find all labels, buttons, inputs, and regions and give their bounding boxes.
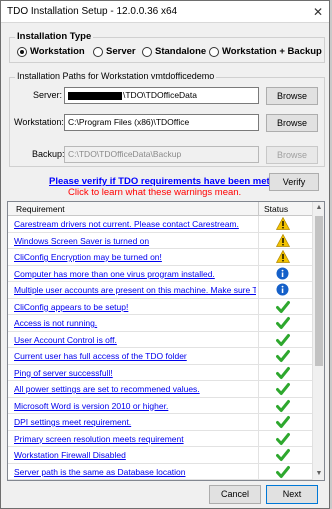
- requirement-link[interactable]: CliConfig Encryption may be turned on!: [14, 252, 256, 262]
- checkmark-icon: [276, 366, 290, 380]
- table-row[interactable]: Multiple user accounts are present on th…: [8, 282, 312, 299]
- checkmark-icon: [276, 432, 290, 446]
- title-bar: TDO Installation Setup - 12.0.0.36 x64 ✕: [1, 1, 329, 23]
- server-path-value: \TDO\TDOfficeData: [123, 90, 197, 100]
- warning-icon: [275, 249, 291, 264]
- installer-window: TDO Installation Setup - 12.0.0.36 x64 ✕…: [0, 0, 330, 509]
- table-row[interactable]: Carestream drivers not current. Please c…: [8, 216, 312, 233]
- requirement-link[interactable]: Carestream drivers not current. Please c…: [14, 219, 256, 229]
- radio-workstation-backup[interactable]: Workstation + Backup: [209, 46, 322, 57]
- info-icon: [276, 283, 290, 297]
- redacted-text: [68, 91, 122, 100]
- backup-path-input: C:\TDO\TDOfficeData\Backup: [64, 146, 259, 163]
- window-title: TDO Installation Setup - 12.0.0.36 x64: [7, 6, 178, 17]
- table-row[interactable]: Microsoft Word is version 2010 or higher…: [8, 398, 312, 414]
- radio-server-label: Server: [106, 46, 136, 57]
- requirement-link[interactable]: Multiple user accounts are present on th…: [14, 285, 256, 295]
- table-row[interactable]: Ping of server successfull!: [8, 365, 312, 381]
- server-path-input[interactable]: \TDO\TDOfficeData: [64, 87, 259, 104]
- radio-workstation[interactable]: Workstation: [17, 46, 85, 57]
- requirement-link[interactable]: Current user has full access of the TDO …: [14, 351, 256, 361]
- requirement-link[interactable]: Access is not running.: [14, 318, 256, 328]
- radio-workstation-label: Workstation: [30, 46, 85, 57]
- scroll-down-icon[interactable]: ▼: [313, 468, 324, 480]
- table-row[interactable]: All power settings are set to recommened…: [8, 381, 312, 398]
- server-browse-button[interactable]: Browse: [266, 87, 318, 105]
- radio-unselected-icon: [93, 46, 103, 57]
- backup-browse-button: Browse: [266, 146, 318, 164]
- warnings-help-link[interactable]: Click to learn what these warnings mean.: [68, 187, 241, 198]
- checkmark-icon: [276, 349, 290, 363]
- table-row[interactable]: Windows Screen Saver is turned on: [8, 233, 312, 249]
- installation-paths-label: Installation Paths for Workstation vmtdo…: [15, 71, 217, 81]
- table-row[interactable]: Access is not running.: [8, 315, 312, 332]
- requirement-link[interactable]: User Account Control is off.: [14, 335, 256, 345]
- checkmark-icon: [276, 415, 290, 429]
- table-row[interactable]: User Account Control is off.: [8, 332, 312, 348]
- requirement-link[interactable]: Ping of server successfull!: [14, 368, 256, 378]
- workstation-path-input[interactable]: C:\Program Files (x86)\TDOffice: [64, 114, 259, 131]
- workstation-browse-button[interactable]: Browse: [266, 114, 318, 132]
- scrollbar-thumb[interactable]: [315, 216, 323, 366]
- table-row[interactable]: Current user has full access of the TDO …: [8, 348, 312, 365]
- scroll-up-icon[interactable]: ▲: [313, 202, 324, 214]
- installation-type-label: Installation Type: [15, 31, 94, 42]
- server-label: Server:: [33, 90, 63, 100]
- requirement-link[interactable]: Server path is the same as Database loca…: [14, 467, 256, 477]
- column-requirement[interactable]: Requirement: [16, 204, 65, 214]
- requirement-link[interactable]: DPI settings meet requirement.: [14, 417, 256, 427]
- requirements-rows: Carestream drivers not current. Please c…: [8, 216, 312, 481]
- table-row[interactable]: Workstation Firewall Disabled: [8, 447, 312, 464]
- requirement-link[interactable]: Windows Screen Saver is turned on: [14, 236, 256, 246]
- grid-header: Requirement Status: [8, 202, 324, 216]
- cancel-button[interactable]: Cancel: [209, 485, 261, 504]
- radio-unselected-icon: [209, 46, 219, 57]
- table-row[interactable]: Computer has more than one virus program…: [8, 266, 312, 282]
- vertical-scrollbar[interactable]: ▲ ▼: [312, 202, 324, 480]
- next-button[interactable]: Next: [266, 485, 318, 504]
- warning-icon: [275, 233, 291, 248]
- checkmark-icon: [276, 448, 290, 462]
- requirements-grid: Requirement Status Carestream drivers no…: [7, 201, 325, 481]
- verify-requirements-link[interactable]: Please verify if TDO requirements have b…: [49, 176, 273, 187]
- checkmark-icon: [276, 382, 290, 396]
- column-status[interactable]: Status: [264, 204, 288, 214]
- requirement-link[interactable]: All power settings are set to recommened…: [14, 384, 256, 394]
- checkmark-icon: [276, 300, 290, 314]
- warning-icon: [275, 216, 291, 231]
- requirement-link[interactable]: CliConfig appears to be setup!: [14, 302, 256, 312]
- radio-unselected-icon: [142, 46, 152, 57]
- requirement-link[interactable]: Workstation Firewall Disabled: [14, 450, 256, 460]
- checkmark-icon: [276, 316, 290, 330]
- verify-button[interactable]: Verify: [269, 173, 319, 191]
- workstation-label: Workstation:: [14, 117, 64, 127]
- table-row[interactable]: SQL Connection successfully established …: [8, 480, 312, 481]
- requirement-link[interactable]: Computer has more than one virus program…: [14, 269, 256, 279]
- table-row[interactable]: Server path is the same as Database loca…: [8, 464, 312, 480]
- radio-selected-icon: [17, 46, 27, 57]
- radio-workstation-backup-label: Workstation + Backup: [222, 46, 322, 57]
- table-row[interactable]: Primary screen resolution meets requirem…: [8, 431, 312, 447]
- checkmark-icon: [276, 465, 290, 479]
- checkmark-icon: [276, 399, 290, 413]
- radio-server[interactable]: Server: [93, 46, 136, 57]
- radio-standalone[interactable]: Standalone: [142, 46, 206, 57]
- backup-label: Backup:: [32, 149, 65, 159]
- close-icon[interactable]: ✕: [311, 5, 325, 19]
- table-row[interactable]: CliConfig Encryption may be turned on!: [8, 249, 312, 266]
- requirement-link[interactable]: Primary screen resolution meets requirem…: [14, 434, 256, 444]
- table-row[interactable]: DPI settings meet requirement.: [8, 414, 312, 431]
- info-icon: [276, 267, 290, 281]
- table-row[interactable]: CliConfig appears to be setup!: [8, 299, 312, 315]
- requirement-link[interactable]: Microsoft Word is version 2010 or higher…: [14, 401, 256, 411]
- column-divider: [258, 202, 259, 216]
- checkmark-icon: [276, 333, 290, 347]
- radio-standalone-label: Standalone: [155, 46, 207, 57]
